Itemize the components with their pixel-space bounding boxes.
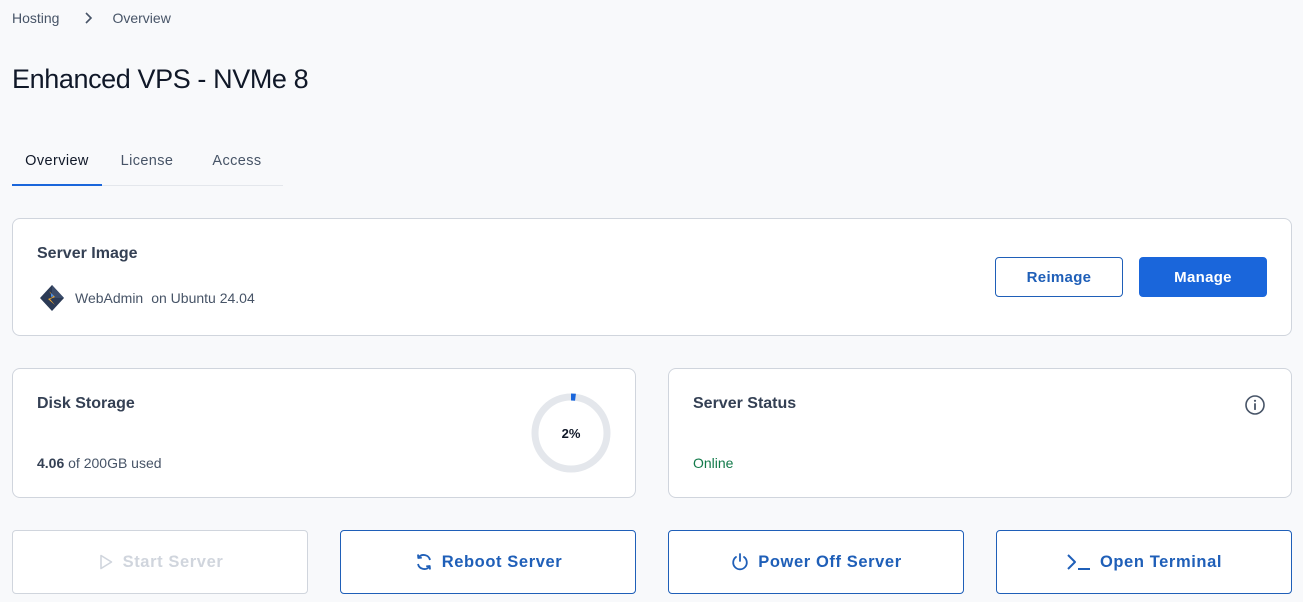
- reimage-button[interactable]: Reimage: [995, 257, 1123, 297]
- disk-total-text: of 200GB used: [68, 455, 162, 471]
- power-icon: [732, 553, 748, 571]
- disk-storage-title: Disk Storage: [37, 395, 135, 412]
- power-off-server-label: Power Off Server: [758, 552, 902, 571]
- info-icon[interactable]: [1244, 394, 1266, 416]
- reboot-server-button[interactable]: Reboot Server: [340, 530, 636, 594]
- server-status-card: Server Status Online: [668, 368, 1292, 498]
- server-image-title: Server Image: [37, 245, 138, 262]
- open-terminal-label: Open Terminal: [1099, 552, 1223, 571]
- tab-bar: Overview License Access: [12, 137, 283, 186]
- breadcrumb-current: Overview: [112, 10, 171, 26]
- start-server-button[interactable]: Start Server: [12, 530, 308, 594]
- server-image-info: WebAdmin on Ubuntu 24.04: [37, 283, 255, 313]
- chevron-right-icon: [85, 12, 93, 24]
- play-icon: [99, 554, 112, 570]
- server-status-value: Online: [693, 455, 734, 471]
- reboot-server-label: Reboot Server: [441, 552, 563, 571]
- server-status-title: Server Status: [693, 395, 797, 412]
- disk-storage-card: Disk Storage 4.06 of 200GB used 2%: [12, 368, 636, 498]
- disk-used-value: 4.06: [37, 455, 65, 471]
- power-off-server-button[interactable]: Power Off Server: [668, 530, 964, 594]
- page-title: Enhanced VPS - NVMe 8: [12, 64, 309, 94]
- tab-access[interactable]: Access: [192, 137, 282, 185]
- tab-overview[interactable]: Overview: [12, 137, 102, 186]
- breadcrumb-hosting-link[interactable]: Hosting: [12, 10, 59, 26]
- app-name: WebAdmin: [75, 290, 144, 306]
- open-terminal-button[interactable]: Open Terminal: [996, 530, 1292, 594]
- server-image-card: Server Image WebAdmin on Ubuntu 24.04 Re…: [12, 218, 1292, 336]
- start-server-label: Start Server: [122, 552, 224, 571]
- tab-license[interactable]: License: [102, 137, 192, 185]
- disk-usage-text: 4.06 of 200GB used: [37, 455, 162, 471]
- disk-percent-label: 2%: [561, 425, 581, 441]
- refresh-icon: [416, 554, 431, 570]
- manage-button[interactable]: Manage: [1139, 257, 1267, 297]
- os-version: on Ubuntu 24.04: [151, 290, 255, 306]
- terminal-icon: [1067, 554, 1090, 570]
- webadmin-logo-icon: [40, 285, 64, 311]
- breadcrumb: Hosting Overview: [12, 9, 171, 27]
